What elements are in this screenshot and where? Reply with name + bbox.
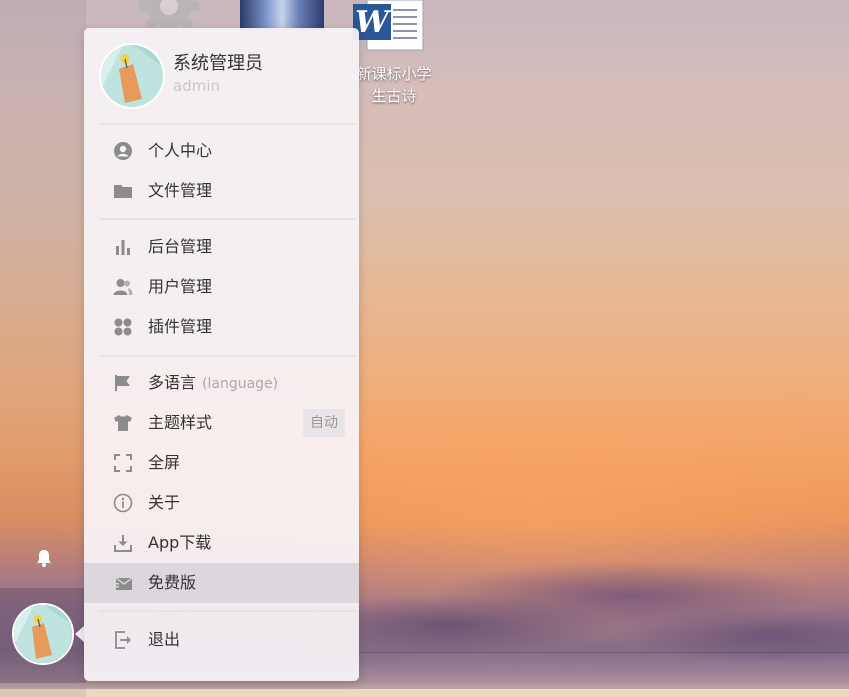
menu-divider xyxy=(99,355,357,357)
avatar[interactable] xyxy=(99,43,165,109)
svg-text:W: W xyxy=(355,5,392,40)
menu-divider xyxy=(99,610,357,612)
menu-item-label: 插件管理 xyxy=(148,317,213,336)
avatar[interactable] xyxy=(12,603,74,665)
menu-item-label: 文件管理 xyxy=(148,181,213,200)
menu-item-label: 主题样式 xyxy=(148,413,213,432)
menu-divider xyxy=(99,218,357,220)
menu-item-language[interactable]: 多语言 (language) xyxy=(84,363,359,403)
menu-item-label: 用户管理 xyxy=(148,277,213,296)
user-name: 系统管理员 xyxy=(173,53,263,74)
menu-item-label: App下载 xyxy=(148,533,212,552)
horizon-line xyxy=(360,652,849,653)
user-id: admin xyxy=(173,77,220,95)
menu-item-files[interactable]: 文件管理 xyxy=(84,171,359,211)
word-document-icon[interactable]: W xyxy=(353,0,425,52)
menu-divider xyxy=(99,123,357,125)
language-hint: (language) xyxy=(202,376,279,392)
menu-item-label: 关于 xyxy=(148,493,181,512)
menu-item-app-download[interactable]: App下载 xyxy=(84,523,359,563)
menu-item-profile[interactable]: 个人中心 xyxy=(84,131,359,171)
info-icon xyxy=(113,493,133,513)
plugin-icon xyxy=(113,317,133,337)
menu-item-about[interactable]: 关于 xyxy=(84,483,359,523)
photo-thumbnail[interactable] xyxy=(240,0,324,30)
menu-item-label: 全屏 xyxy=(148,453,181,472)
menu-item-label: 免费版 xyxy=(148,573,197,592)
fullscreen-icon xyxy=(113,453,133,473)
user-circle-icon xyxy=(113,141,133,161)
flag-icon xyxy=(113,373,133,393)
menu-item-label: 退出 xyxy=(148,630,181,649)
menu-item-label: 个人中心 xyxy=(148,141,213,160)
mail-icon xyxy=(113,573,133,593)
desktop-icon-label[interactable]: 新课标小学生古诗 xyxy=(350,63,438,107)
user-menu: 系统管理员 admin 个人中心 文件管理 后台管理 用户管理 插件管理 多语言… xyxy=(84,28,359,681)
bottom-strip xyxy=(0,689,849,697)
tshirt-icon xyxy=(113,413,133,433)
users-icon xyxy=(113,277,133,297)
menu-item-logout[interactable]: 退出 xyxy=(84,620,359,660)
bar-chart-icon xyxy=(113,237,133,257)
bell-icon[interactable] xyxy=(34,548,54,568)
menu-item-plugins[interactable]: 插件管理 xyxy=(84,307,359,347)
menu-item-fullscreen[interactable]: 全屏 xyxy=(84,443,359,483)
download-icon xyxy=(113,533,133,553)
menu-item-label: 多语言 xyxy=(148,373,197,392)
menu-item-theme[interactable]: 主题样式 自动 xyxy=(84,403,359,443)
logout-icon xyxy=(113,630,133,650)
theme-auto-badge[interactable]: 自动 xyxy=(303,409,345,437)
menu-item-users[interactable]: 用户管理 xyxy=(84,267,359,307)
menu-item-label: 后台管理 xyxy=(148,237,213,256)
folder-icon xyxy=(113,181,133,201)
menu-item-free-edition[interactable]: 免费版 xyxy=(84,563,359,603)
user-header: 系统管理员 admin xyxy=(84,28,359,123)
menu-item-admin[interactable]: 后台管理 xyxy=(84,227,359,267)
clouds xyxy=(330,555,849,665)
menu-pointer xyxy=(75,626,84,642)
